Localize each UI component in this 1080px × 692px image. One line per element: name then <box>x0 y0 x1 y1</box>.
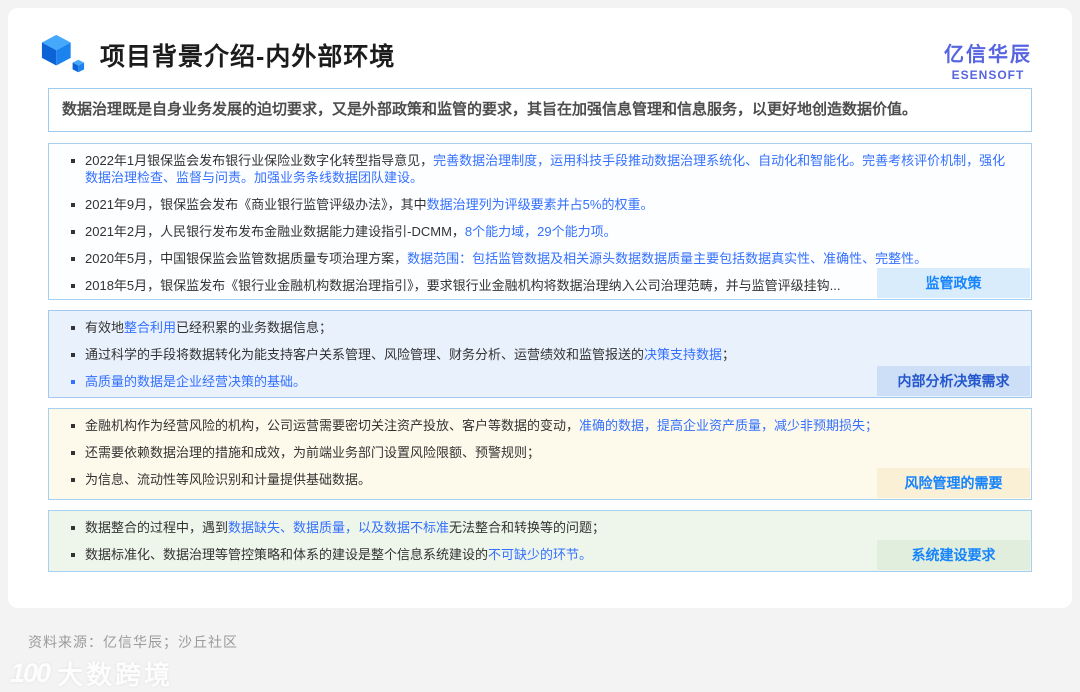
bullet-item: 2022年1月银保监会发布银行业保险业数字化转型指导意见，完善数据治理制度，运用… <box>63 152 1015 186</box>
bullet-item: 2020年5月，中国银保监会监管数据质量专项治理方案，数据范围：包括监管数据及相… <box>63 250 1015 267</box>
bullet-item: 为信息、流动性等风险识别和计量提供基础数据。 <box>63 471 1015 488</box>
brand-subtitle: ESENSOFT <box>951 68 1025 82</box>
page-title: 项目背景介绍-内外部环境 <box>100 43 396 71</box>
text-segment: 决策支持数据 <box>644 347 723 362</box>
bullet-marker <box>71 230 75 234</box>
bullet-marker <box>71 553 75 557</box>
text-segment: 2021年9月，银保监会发布《商业银行监管评级办法》，其中 <box>85 197 427 212</box>
bullet-text: 数据标准化、数据治理等管控策略和体系的建设是整个信息系统建设的不可缺少的环节。 <box>85 546 592 563</box>
section-system-construction: 数据整合的过程中，遇到数据缺失、数据质量，以及数据不标准无法整合和转换等的问题；… <box>48 510 1032 572</box>
text-segment: 已经积累的业务数据信息； <box>176 320 333 335</box>
bullet-marker <box>71 326 75 330</box>
intro-statement: 数据治理既是自身业务发展的迫切要求，又是外部政策和监管的要求，其旨在加强信息管理… <box>48 88 1032 132</box>
bullet-item: 还需要依赖数据治理的措施和成效，为前端业务部门设置风险限额、预警规则； <box>63 444 1015 461</box>
slide-header: 项目背景介绍-内外部环境 <box>40 32 395 78</box>
text-segment: 数据缺失、数据质量，以及数据不标准 <box>228 520 450 535</box>
bullet-text: 数据整合的过程中，遇到数据缺失、数据质量，以及数据不标准无法整合和转换等的问题； <box>85 519 605 536</box>
watermark-100-icon: 100 <box>10 658 51 688</box>
bullet-item: 数据整合的过程中，遇到数据缺失、数据质量，以及数据不标准无法整合和转换等的问题； <box>63 519 1015 536</box>
bullet-text: 通过科学的手段将数据转化为能支持客户关系管理、风险管理、财务分析、运营绩效和监管… <box>85 346 735 363</box>
watermark-text: 大数跨境 <box>57 660 174 690</box>
bullet-text: 高质量的数据是企业经营决策的基础。 <box>85 373 306 390</box>
slide-card: 项目背景介绍-内外部环境 亿信华辰 ESENSOFT 数据治理既是自身业务发展的… <box>8 8 1072 608</box>
bullet-item: 数据标准化、数据治理等管控策略和体系的建设是整个信息系统建设的不可缺少的环节。 <box>63 546 1015 563</box>
text-segment: 2018年5月，银保监发布《银行业金融机构数据治理指引》，要求银行业金融机构将数… <box>85 278 841 293</box>
section-label-internal-analysis-decision: 内部分析决策需求 <box>877 366 1030 396</box>
section-label-system-construction: 系统建设要求 <box>877 540 1030 570</box>
bullet-text: 2022年1月银保监会发布银行业保险业数字化转型指导意见，完善数据治理制度，运用… <box>85 152 1015 186</box>
text-segment: 金融机构作为经营风险的机构，公司运营需要密切关注资产投放、客户等数据的变动， <box>85 418 580 433</box>
text-segment: 数据整合的过程中，遇到 <box>85 520 229 535</box>
bullet-text: 为信息、流动性等风险识别和计量提供基础数据。 <box>85 471 371 488</box>
text-segment: 还需要依赖数据治理的措施和成效，为前端业务部门设置风险限额、预警规则； <box>85 445 541 460</box>
section-risk-management: 金融机构作为经营风险的机构，公司运营需要密切关注资产投放、客户等数据的变动，准确… <box>48 408 1032 500</box>
text-segment: 数据范围：包括监管数据及相关源头数据数据质量主要包括数据真实性、准确性、完整性。 <box>407 251 928 266</box>
bullet-item: 通过科学的手段将数据转化为能支持客户关系管理、风险管理、财务分析、运营绩效和监管… <box>63 346 1015 363</box>
bullet-marker <box>71 478 75 482</box>
text-segment: 不可缺少的环节。 <box>488 547 593 562</box>
bullet-text: 2018年5月，银保监发布《银行业金融机构数据治理指引》，要求银行业金融机构将数… <box>85 277 841 294</box>
text-segment: 高质量的数据是企业经营决策的基础。 <box>85 374 307 389</box>
cube-logo-icon <box>41 34 85 73</box>
bullet-text: 2020年5月，中国银保监会监管数据质量专项治理方案，数据范围：包括监管数据及相… <box>85 250 927 267</box>
brand-logo: 亿信华辰 ESENSOFT <box>944 38 1032 82</box>
text-segment: 无法整合和转换等的问题； <box>449 520 606 535</box>
text-segment: 为信息、流动性等风险识别和计量提供基础数据。 <box>85 472 372 487</box>
bullet-marker <box>71 526 75 530</box>
bullet-item: 有效地整合利用已经积累的业务数据信息； <box>63 319 1015 336</box>
source-note: 资料来源：亿信华辰；沙丘社区 <box>28 634 238 650</box>
bullet-marker <box>71 353 75 357</box>
bullet-text: 还需要依赖数据治理的措施和成效，为前端业务部门设置风险限额、预警规则； <box>85 444 540 461</box>
bullet-item: 2021年2月，人民银行发布发布金融业数据能力建设指引-DCMM，8个能力域，2… <box>63 223 1015 240</box>
bullet-marker <box>71 380 75 384</box>
bullet-text: 金融机构作为经营风险的机构，公司运营需要密切关注资产投放、客户等数据的变动，准确… <box>85 417 878 434</box>
bullet-text: 2021年2月，人民银行发布发布金融业数据能力建设指引-DCMM，8个能力域，2… <box>85 223 617 240</box>
text-segment: 准确的数据，提高企业资产质量，减少非预期损失； <box>579 418 879 433</box>
text-segment: 数据标准化、数据治理等管控策略和体系的建设是整个信息系统建设的 <box>85 547 489 562</box>
bullet-item: 2021年9月，银保监会发布《商业银行监管评级办法》，其中数据治理列为评级要素并… <box>63 196 1015 213</box>
bullet-marker <box>71 284 75 288</box>
bullet-text: 有效地整合利用已经积累的业务数据信息； <box>85 319 332 336</box>
text-segment: 数据治理列为评级要素并占5%的权重。 <box>426 197 654 212</box>
bullet-item: 高质量的数据是企业经营决策的基础。 <box>63 373 1015 390</box>
text-segment: 整合利用 <box>124 320 177 335</box>
section-internal-analysis-decision: 有效地整合利用已经积累的业务数据信息； 通过科学的手段将数据转化为能支持客户关系管… <box>48 310 1032 398</box>
bullet-item: 金融机构作为经营风险的机构，公司运营需要密切关注资产投放、客户等数据的变动，准确… <box>63 417 1015 434</box>
text-segment: ； <box>722 347 736 362</box>
text-segment: 2021年2月，人民银行发布发布金融业数据能力建设指引-DCMM， <box>85 224 465 239</box>
text-segment: 2020年5月，中国银保监会监管数据质量专项治理方案， <box>85 251 408 266</box>
section-label-regulatory-policy: 监管政策 <box>877 268 1030 298</box>
section-label-risk-management: 风险管理的需要 <box>877 468 1030 498</box>
text-segment: 8个能力域，29个能力项。 <box>464 224 617 239</box>
bullet-marker <box>71 451 75 455</box>
text-segment: 有效地 <box>85 320 125 335</box>
watermark-logo: 100 大数跨境 <box>10 655 173 692</box>
text-segment: 2022年1月银保监会发布银行业保险业数字化转型指导意见， <box>85 153 434 168</box>
bullet-marker <box>71 424 75 428</box>
bullet-item: 2018年5月，银保监发布《银行业金融机构数据治理指引》，要求银行业金融机构将数… <box>63 277 1015 294</box>
brand-name: 亿信华辰 <box>944 44 1032 66</box>
bullet-text: 2021年9月，银保监会发布《商业银行监管评级办法》，其中数据治理列为评级要素并… <box>85 196 653 213</box>
bullet-marker <box>71 203 75 207</box>
bullet-marker <box>71 159 75 163</box>
section-regulatory-policy: 2022年1月银保监会发布银行业保险业数字化转型指导意见，完善数据治理制度，运用… <box>48 143 1032 300</box>
bullet-marker <box>71 257 75 261</box>
text-segment: 通过科学的手段将数据转化为能支持客户关系管理、风险管理、财务分析、运营绩效和监管… <box>85 347 645 362</box>
